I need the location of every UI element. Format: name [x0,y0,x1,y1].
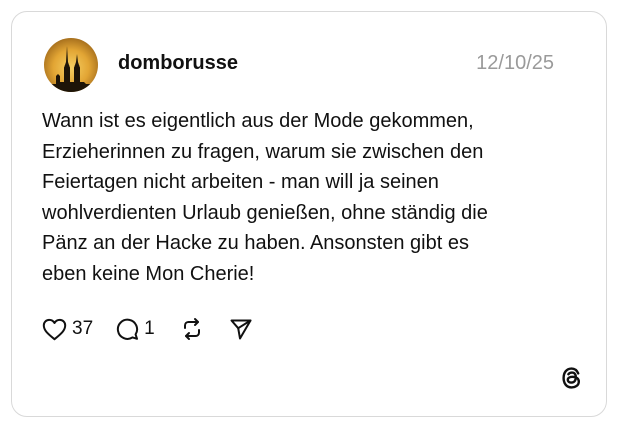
post-text-line: Erzieherinnen zu fragen, warum sie zwisc… [42,140,484,163]
cathedral-avatar-icon [44,38,98,92]
post-card: domborusse 12/10/25 Wann ist es eigentli… [11,11,607,417]
speech-bubble-icon [117,318,139,340]
avatar[interactable] [44,38,98,92]
repost-icon [183,318,200,340]
reply-button[interactable]: 1 [115,317,155,341]
share-button[interactable] [229,317,253,341]
username[interactable]: domborusse [118,51,238,75]
post-text: Wann ist es eigentlich aus der Mode geko… [42,106,582,289]
threads-logo-icon [559,365,585,391]
like-button[interactable]: 37 [42,317,93,341]
post-date: 12/10/25 [476,52,554,74]
reply-count: 1 [144,318,155,339]
post-text-line: Wann ist es eigentlich aus der Mode geko… [42,110,474,132]
post-text-line: wohlverdienten Urlaub genießen, ohne stä… [42,201,488,224]
like-count: 37 [72,318,94,339]
action-bar: 37 1 [42,314,253,344]
post-text-line: eben keine Mon Cherie! [42,262,255,285]
post-text-line: Pänz an der Hacke zu haben. Ansonsten gi… [42,232,469,254]
heart-icon [42,318,67,340]
post-text-line: Feiertagen nicht arbeiten - man will ja … [42,171,439,193]
repost-button[interactable] [181,317,203,341]
paper-plane-icon [230,319,252,340]
